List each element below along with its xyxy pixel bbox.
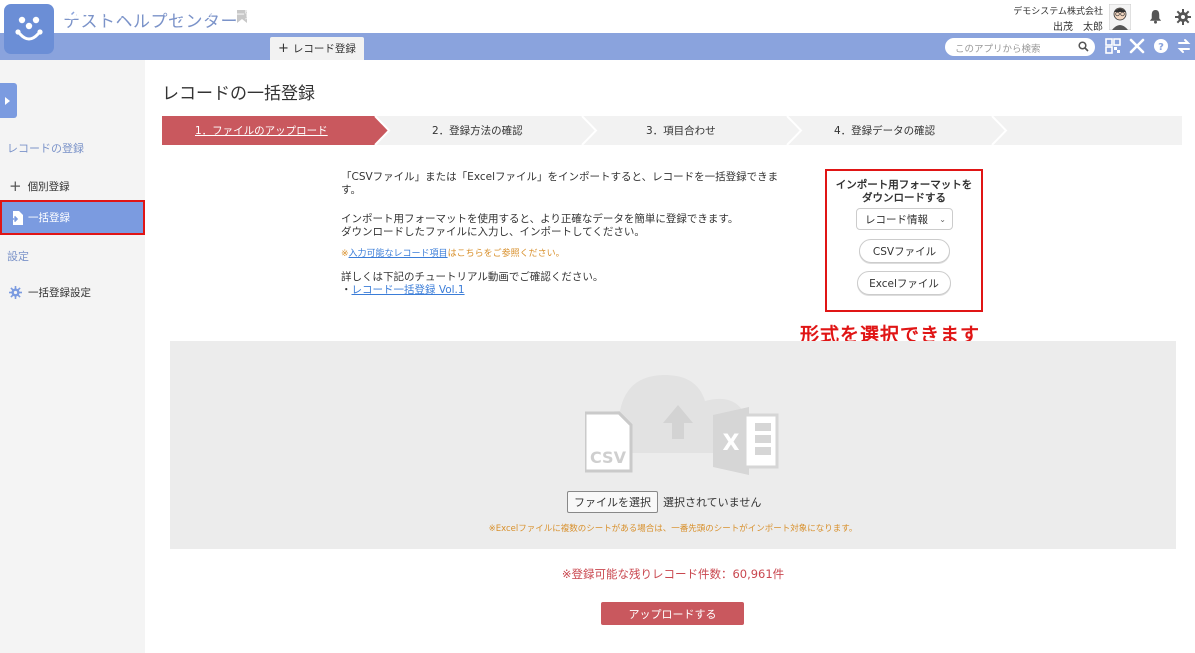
company-name: デモシステム株式会社 — [1013, 7, 1103, 17]
step-progress: 1．ファイルのアップロード 2．登録方法の確認 3．項目合わせ 4．登録データの… — [162, 116, 1182, 145]
gear-icon[interactable] — [1175, 9, 1191, 25]
csv-download-button[interactable]: CSVファイル — [859, 239, 950, 263]
import-file-icon — [10, 210, 23, 225]
tools-icon[interactable] — [1129, 38, 1145, 54]
sidebar-section-register: レコードの登録 — [7, 142, 84, 155]
app-search-input[interactable]: このアプリから検索 — [945, 38, 1095, 56]
switch-icon[interactable] — [1176, 38, 1192, 54]
excel-download-button[interactable]: Excelファイル — [857, 271, 951, 295]
nav-record-register[interactable]: + レコード登録 — [270, 37, 364, 60]
dashboard-icon — [66, 9, 77, 20]
help-icon[interactable]: ? — [1153, 38, 1169, 54]
sidebar-toggle-button[interactable] — [0, 83, 17, 118]
file-input: ファイルを選択 選択されていません — [567, 491, 761, 513]
page-title: レコードの一括登録 — [162, 84, 315, 104]
tutorial-bullet: ・ — [341, 284, 352, 296]
nav-record-list-label: レコード一覧 — [192, 9, 255, 21]
excel-sheet-note: ※Excelファイルに複数のシートがある場合は、一番先頭のシートがインポート対象… — [488, 524, 858, 534]
file-drop-zone[interactable]: CSV X — [170, 341, 1176, 549]
format-title-line1: インポート用フォーマットを — [835, 179, 973, 191]
sidebar-item-bulk[interactable]: 一括登録 — [0, 200, 145, 235]
record-fields-link[interactable]: 入力可能なレコード項目 — [349, 249, 448, 259]
list-icon — [177, 10, 188, 19]
svg-text:?: ? — [1158, 42, 1164, 53]
nav-record-list[interactable]: レコード一覧 — [177, 7, 255, 22]
tutorial-text: 詳しくは下記のチュートリアル動画でご確認ください。 — [341, 271, 604, 283]
tutorial-video-link[interactable]: レコード一括登録 Vol.1 — [352, 284, 465, 296]
sidebar-item-bulk-label: 一括登録 — [28, 212, 70, 224]
step-3: 3．項目合わせ — [646, 125, 716, 137]
step-4: 4．登録データの確認 — [834, 125, 936, 137]
app-header: テストヘルプセンター デモシステム株式会社 出茂 太郎 ダッシュボード レコード… — [0, 0, 1195, 60]
step-1: 1．ファイルのアップロード — [195, 125, 328, 137]
plus-icon: + — [278, 41, 289, 56]
format-type-select[interactable]: レコード情報 ⌄ — [856, 208, 953, 230]
input-fields-note: ※入力可能なレコード項目はこちらをご参照ください。 — [341, 246, 565, 259]
excel-label: X — [723, 431, 740, 456]
no-file-text: 選択されていません — [663, 496, 762, 509]
csv-label: CSV — [590, 448, 627, 467]
qr-code-icon[interactable] — [1105, 38, 1121, 54]
description-line2: インポート用フォーマットを使用すると、より正確なデータを簡単に登録できます。 — [341, 213, 739, 225]
app-logo[interactable] — [4, 4, 54, 54]
bell-icon[interactable] — [1148, 9, 1163, 24]
search-icon[interactable] — [1078, 41, 1089, 52]
format-panel-title: インポート用フォーマットを ダウンロードする — [828, 179, 980, 205]
gear-icon — [9, 286, 22, 299]
sidebar-section-settings: 設定 — [7, 250, 29, 263]
nav-dashboard-label: ダッシュボード — [81, 9, 155, 21]
note-prefix: ※ — [341, 249, 349, 259]
upload-button[interactable]: アップロードする — [601, 602, 744, 625]
sidebar-item-bulk-settings-label: 一括登録設定 — [28, 287, 91, 299]
note-suffix: はこちらをご参照ください。 — [447, 249, 565, 259]
nav-dashboard[interactable]: ダッシュボード — [66, 7, 155, 22]
choose-file-button[interactable]: ファイルを選択 — [567, 491, 658, 513]
user-name[interactable]: 出茂 太郎 — [1053, 18, 1103, 33]
description-line3: ダウンロードしたファイルに入力し、インポートしてください。 — [341, 226, 645, 238]
search-placeholder: このアプリから検索 — [955, 44, 1041, 55]
nav-record-register-label: レコード登録 — [292, 43, 356, 55]
remaining-records-text: ※登録可能な残りレコード件数：60,961件 — [561, 567, 785, 581]
tutorial-link-row: ・レコード一括登録 Vol.1 — [341, 284, 465, 297]
format-select-value: レコード情報 — [865, 213, 928, 226]
description-line1: 「CSVファイル」または「Excelファイル」をインポートすると、レコードを一括… — [341, 171, 779, 183]
plus-icon: + — [9, 177, 22, 195]
upload-illustration: CSV X — [585, 375, 779, 475]
sidebar-item-single-label: 個別登録 — [27, 180, 70, 193]
description-line1b: す。 — [341, 184, 361, 196]
chevron-down-icon: ⌄ — [939, 215, 946, 224]
app-logo-icon — [15, 16, 43, 41]
format-title-line2: ダウンロードする — [862, 192, 946, 204]
sidebar-item-single[interactable]: + 個別登録 — [9, 177, 70, 195]
sidebar-item-bulk-settings[interactable]: 一括登録設定 — [9, 285, 91, 300]
avatar[interactable] — [1109, 4, 1131, 30]
step-2: 2．登録方法の確認 — [432, 125, 523, 137]
